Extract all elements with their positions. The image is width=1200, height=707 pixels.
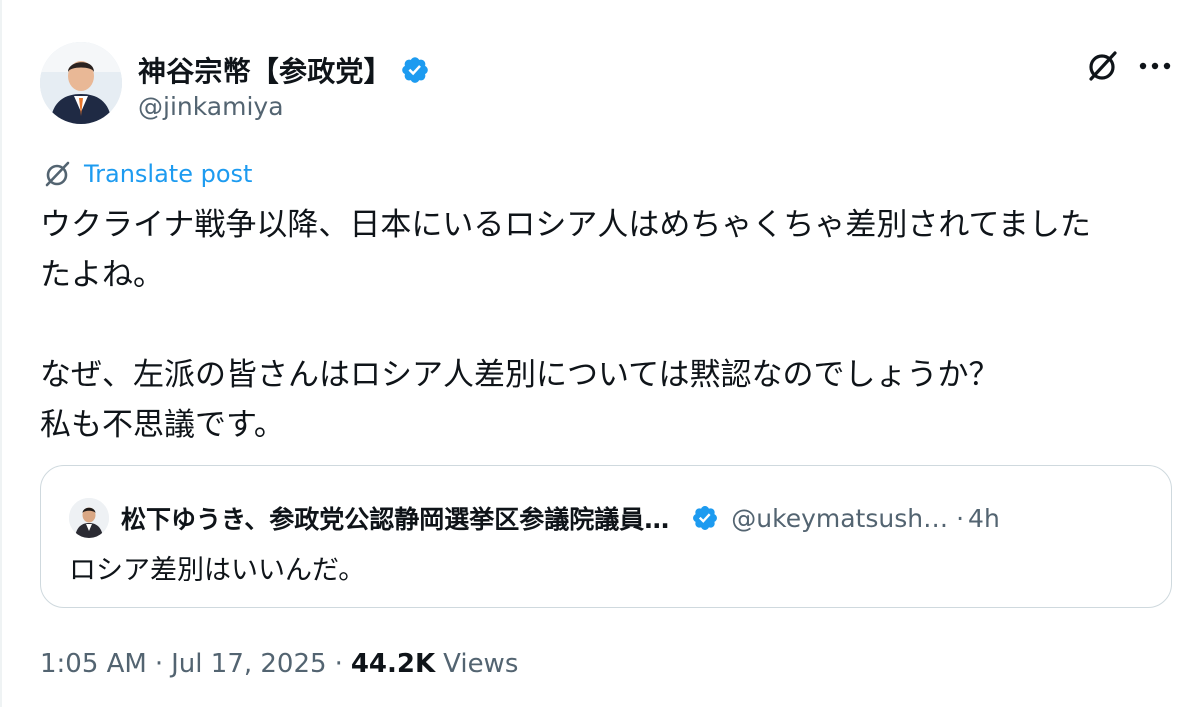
author-name-row: 神谷宗幣【参政党】 xyxy=(138,50,430,90)
translate-post-link[interactable]: Translate post xyxy=(42,158,252,190)
quoted-post[interactable]: 松下ゆうき、参政党公認静岡選挙区参議院議員… @ukeymatsush… · 4… xyxy=(40,465,1172,608)
views-count[interactable]: 44.2K xyxy=(351,649,435,679)
meta-separator: · xyxy=(154,649,164,679)
quoted-post-text: ロシア差別はいいんだ。 xyxy=(69,555,366,586)
post-date[interactable]: Jul 17, 2025 xyxy=(171,649,326,679)
post-text: ウクライナ戦争以降、日本にいるロシア人はめちゃくちゃ差別されてました たよね。 … xyxy=(40,207,1091,443)
post-header: 神谷宗幣【参政党】 @jinkamiya xyxy=(40,42,1175,124)
post-time[interactable]: 1:05 AM xyxy=(40,649,147,679)
translate-post-label: Translate post xyxy=(84,160,253,188)
author-handle[interactable]: @jinkamiya xyxy=(138,92,284,121)
more-options-icon[interactable] xyxy=(1135,50,1175,82)
verified-badge-icon xyxy=(402,57,428,83)
quoted-post-header: 松下ゆうき、参政党公認静岡選挙区参議院議員… @ukeymatsush… · 4… xyxy=(69,498,1149,538)
grok-icon xyxy=(45,161,70,187)
quoted-author-handle[interactable]: @ukeymatsush… xyxy=(731,504,948,533)
author-display-name[interactable]: 神谷宗幣【参政党】 xyxy=(138,50,392,90)
quoted-author-avatar[interactable] xyxy=(69,498,109,538)
post-meta: 1:05 AM · Jul 17, 2025 · 44.2K Views xyxy=(40,649,518,679)
meta-separator: · xyxy=(334,649,343,679)
quoted-author-name[interactable]: 松下ゆうき、参政党公認静岡選挙区参議院議員… xyxy=(121,500,669,536)
verified-badge-icon xyxy=(693,506,718,530)
left-divider xyxy=(0,0,2,707)
quoted-separator: · xyxy=(956,503,965,533)
quoted-timestamp[interactable]: 4h xyxy=(968,504,1000,533)
views-label: Views xyxy=(443,649,519,679)
grok-icon[interactable] xyxy=(1083,46,1123,86)
author-avatar[interactable] xyxy=(40,42,122,124)
